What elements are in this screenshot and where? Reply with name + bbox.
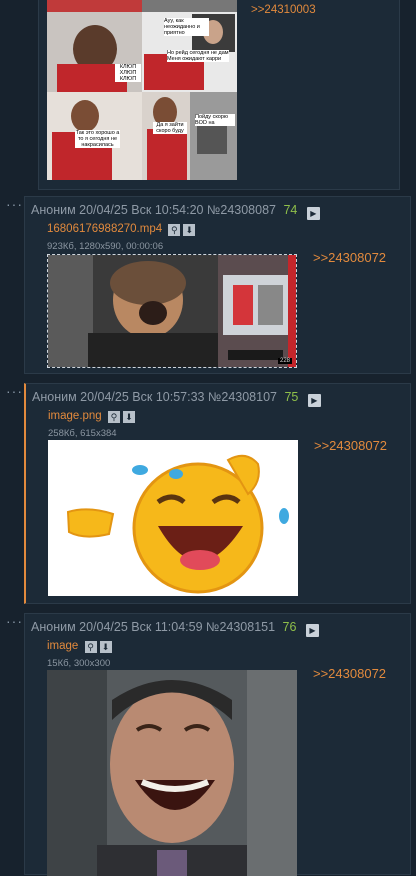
post-24308107: Аноним 20/04/25 Вск 10:57:33 №24308107 7… xyxy=(24,383,411,604)
post-menu-dots[interactable]: ··· xyxy=(6,383,23,399)
post-menu-dots[interactable]: ··· xyxy=(6,196,23,212)
caption-6: Пойду скорю BOD на xyxy=(195,114,235,126)
file-name-link[interactable]: 16806176988270.mp4 xyxy=(47,223,162,235)
file-name-link[interactable]: image xyxy=(47,640,78,652)
post-count: 75 xyxy=(284,390,299,404)
post-count: 74 xyxy=(283,203,298,217)
caption-1: Ауу, как неожиданно и приятно xyxy=(164,18,209,36)
reply-link[interactable]: >>24308072 xyxy=(313,666,386,681)
download-icon[interactable]: ⬇ xyxy=(99,641,112,653)
author-name: Аноним xyxy=(31,203,76,217)
post-24308087: Аноним 20/04/25 Вск 10:54:20 №24308087 7… xyxy=(24,196,411,374)
arrow-right-icon[interactable]: ▶ xyxy=(306,207,320,220)
post-number[interactable]: №24308107 xyxy=(208,390,277,404)
file-line: image ⚲ ⬇ xyxy=(47,640,112,653)
caption-5: Да я зайти скоро буду xyxy=(153,122,187,134)
post-header: Аноним 20/04/25 Вск 10:54:20 №24308087 7… xyxy=(31,203,320,221)
file-meta: 15Кб, 300x300 xyxy=(47,658,111,669)
post-24308151: Аноним 20/04/25 Вск 11:04:59 №24308151 7… xyxy=(24,613,411,876)
reply-link[interactable]: >>24308072 xyxy=(313,250,386,265)
post-header: Аноним 20/04/25 Вск 11:04:59 №24308151 7… xyxy=(31,620,319,638)
search-icon[interactable]: ⚲ xyxy=(107,411,120,423)
post-date: 20/04/25 Вск 10:54:20 xyxy=(79,203,204,217)
reply-link[interactable]: >>24308072 xyxy=(314,438,387,453)
post-header: Аноним 20/04/25 Вск 10:57:33 №24308107 7… xyxy=(32,390,321,408)
post-date: 20/04/25 Вск 10:57:33 xyxy=(80,390,205,404)
post-count: 76 xyxy=(282,620,297,634)
author-name: Аноним xyxy=(31,620,76,634)
post-image[interactable]: Ауу, как неожиданно и приятно Но рейд се… xyxy=(47,0,237,180)
author-name: Аноним xyxy=(32,390,77,404)
laughing-man-image[interactable] xyxy=(47,670,297,876)
post-number[interactable]: №24308151 xyxy=(206,620,275,634)
download-icon[interactable]: ⬇ xyxy=(122,411,135,423)
video-thumbnail[interactable]: 228 xyxy=(47,254,297,368)
post-number[interactable]: №24308087 xyxy=(207,203,276,217)
video-duration-badge: 228 xyxy=(277,358,292,364)
download-icon[interactable]: ⬇ xyxy=(183,224,196,236)
caption-2: Но рейд сегодня не дам Меня ожидают карр… xyxy=(167,50,229,62)
file-meta: 258Кб, 615x384 xyxy=(48,428,117,439)
file-meta: 923Кб, 1280x590, 00:00:06 xyxy=(47,241,164,252)
caption-4: Так это хорошо а то я сегодня не накраси… xyxy=(75,130,120,148)
search-icon[interactable]: ⚲ xyxy=(168,224,181,236)
search-icon[interactable]: ⚲ xyxy=(84,641,97,653)
arrow-right-icon[interactable]: ▶ xyxy=(307,394,321,407)
file-line: 16806176988270.mp4 ⚲ ⬇ xyxy=(47,223,196,236)
file-line: image.png ⚲ ⬇ xyxy=(48,410,135,423)
file-name-link[interactable]: image.png xyxy=(48,410,102,422)
post-24310003-partial: Ауу, как неожиданно и приятно Но рейд се… xyxy=(38,0,400,190)
reply-link[interactable]: >>24310003 xyxy=(251,4,316,16)
post-date: 20/04/25 Вск 11:04:59 xyxy=(79,620,203,634)
caption-3: КЛЮП ХЛЮП КЛЮП xyxy=(115,64,141,82)
laughing-emoji-image[interactable] xyxy=(48,440,298,596)
arrow-right-icon[interactable]: ▶ xyxy=(305,624,319,637)
post-menu-dots[interactable]: ··· xyxy=(6,613,23,629)
